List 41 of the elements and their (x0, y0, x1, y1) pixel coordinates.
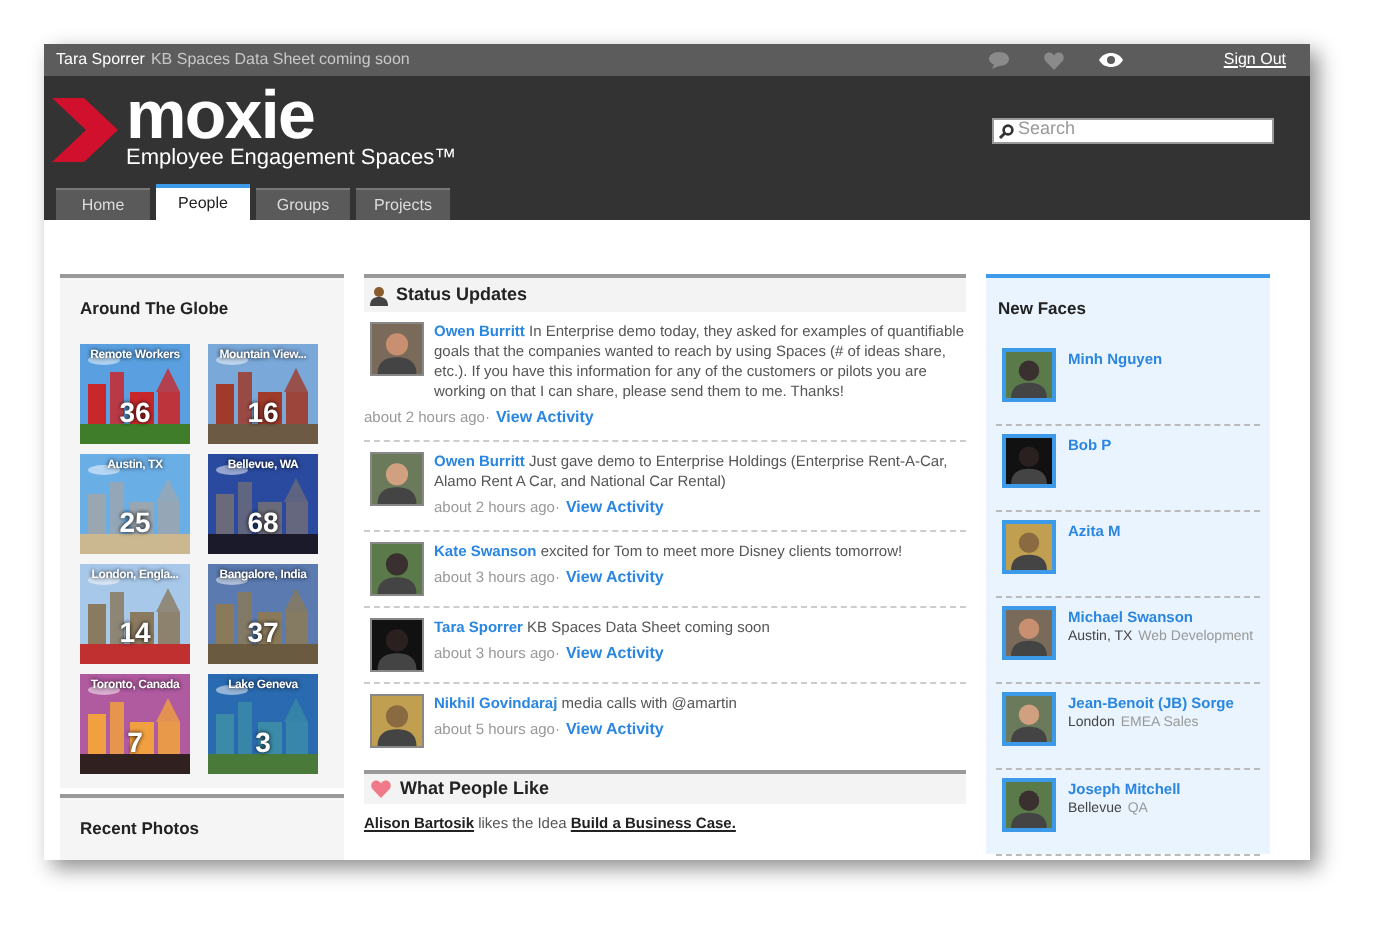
tab[interactable]: Projects (356, 188, 450, 220)
panel-title: Around The Globe (80, 296, 231, 322)
avatar-figure[interactable] (370, 618, 424, 672)
search-icon (998, 123, 1014, 139)
eye-icon[interactable] (1097, 52, 1124, 68)
section-header: Status Updates (364, 274, 966, 312)
user-name[interactable]: Tara Sporrer (56, 48, 145, 72)
tile-count: 3 (253, 723, 273, 762)
view-activity-link[interactable]: View Activity (565, 718, 664, 742)
avatar-figure[interactable] (370, 694, 424, 748)
avatar-figure[interactable] (1002, 347, 1056, 402)
section-header: What People Like (364, 770, 966, 804)
avatar-figure[interactable] (1002, 777, 1056, 832)
tile-count: 7 (125, 723, 145, 762)
avatar-figure[interactable] (370, 322, 424, 376)
view-activity-link[interactable]: View Activity (495, 406, 594, 430)
tile-count: 37 (245, 613, 281, 652)
avatar-figure[interactable] (1002, 433, 1056, 488)
tagline: Employee Engagement Spaces™ (126, 144, 457, 172)
avatar-figure[interactable] (1002, 519, 1056, 574)
panel-title: Recent Photos (80, 816, 202, 842)
panel-title: New Faces (998, 296, 1088, 322)
tile-count: 68 (245, 503, 281, 542)
search-field[interactable]: Search (992, 117, 1274, 143)
avatar-figure[interactable] (1002, 605, 1056, 660)
sign-out-link[interactable]: Sign Out (1223, 48, 1286, 72)
tab[interactable]: Groups (256, 188, 350, 220)
view-activity-link[interactable]: View Activity (565, 642, 664, 666)
view-activity-link[interactable]: View Activity (565, 496, 664, 520)
avatar-figure[interactable] (1002, 691, 1056, 746)
person-icon (370, 285, 388, 305)
heart-icon (370, 780, 392, 798)
tab[interactable]: People (156, 184, 250, 220)
tile-count: 25 (117, 503, 153, 542)
avatar-figure[interactable] (370, 542, 424, 596)
status-message: KB Spaces Data Sheet coming soon (150, 48, 410, 72)
chevron-logo-icon (52, 96, 120, 164)
view-activity-link[interactable]: View Activity (565, 566, 664, 590)
tab[interactable]: Home (56, 188, 150, 220)
avatar-figure[interactable] (370, 452, 424, 506)
logo-wordmark: moxie (126, 88, 315, 144)
